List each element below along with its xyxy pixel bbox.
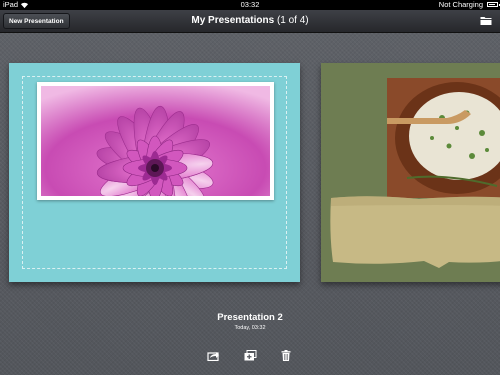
charging-status: Not Charging	[438, 0, 483, 9]
presentation-thumbnail-next[interactable]	[321, 63, 500, 282]
duplicate-icon	[244, 350, 257, 361]
presentation-count: (1 of 4)	[276, 15, 309, 26]
battery-icon	[487, 2, 500, 7]
food-photo	[387, 78, 500, 198]
new-presentation-button[interactable]: New Presentation	[3, 13, 70, 29]
paper-note	[330, 196, 500, 268]
title-text: My Presentations	[191, 15, 275, 26]
status-bar: iPad 03:32 Not Charging	[0, 0, 500, 10]
duplicate-button[interactable]	[244, 350, 257, 361]
page-title: My Presentations (1 of 4)	[0, 10, 500, 32]
delete-button[interactable]	[281, 350, 291, 361]
dahlia-image	[41, 86, 270, 196]
toolbar: New Presentation My Presentations (1 of …	[0, 10, 500, 33]
status-time: 03:32	[240, 0, 260, 9]
share-icon	[207, 352, 219, 361]
folder-icon[interactable]	[480, 15, 492, 26]
presentation-date: Today, 03:32	[234, 325, 266, 331]
flower-photo	[37, 82, 274, 200]
presentation-name[interactable]: Presentation 2	[0, 312, 500, 323]
trash-icon	[281, 350, 291, 361]
share-button[interactable]	[207, 350, 220, 361]
presentation-thumbnail-current[interactable]	[9, 63, 300, 282]
